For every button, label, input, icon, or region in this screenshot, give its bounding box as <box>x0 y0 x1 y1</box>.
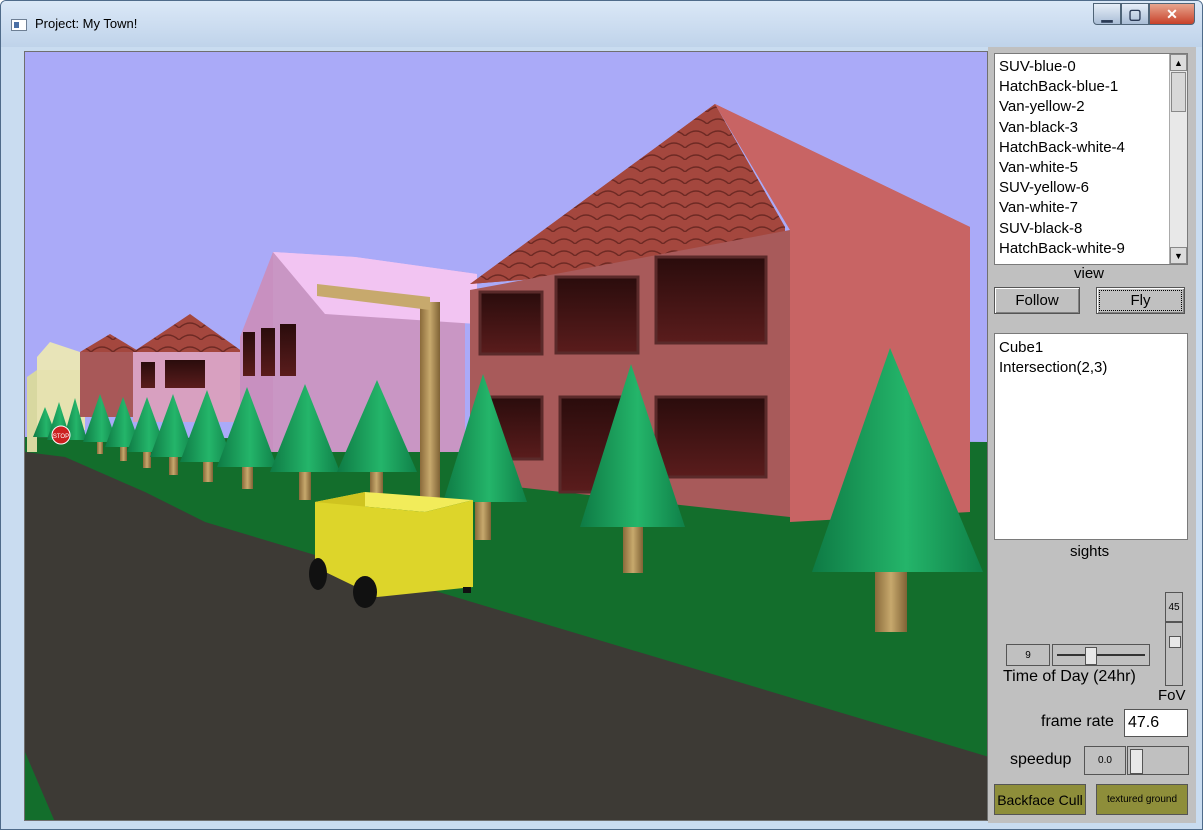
town-scene: STOP <box>25 52 987 820</box>
lamp-post <box>420 302 440 502</box>
app-window-icon <box>11 19 27 31</box>
sights-label: sights <box>1070 543 1110 560</box>
control-panel: SUV-blue-0 HatchBack-blue-1 Van-yellow-2… <box>988 47 1196 823</box>
follow-button[interactable]: Follow <box>994 287 1080 314</box>
vehicle-item[interactable]: HatchBack-white-9 <box>999 239 1125 259</box>
sight-item[interactable]: Intersection(2,3) <box>999 358 1107 378</box>
speedup-slider[interactable] <box>1127 746 1189 775</box>
time-slider[interactable] <box>1052 644 1150 666</box>
app-window: Project: My Town! ▁ ▢ ✕ STOP SUV-blue-0 … <box>0 0 1203 830</box>
vehicle-item[interactable]: Van-black-3 <box>999 118 1125 138</box>
scroll-up-icon[interactable]: ▲ <box>1170 54 1187 71</box>
fov-label: FoV <box>1158 687 1186 704</box>
speedup-label: speedup <box>1010 751 1072 768</box>
textured-ground-button[interactable]: textured ground <box>1096 784 1188 815</box>
scroll-thumb[interactable] <box>1171 72 1186 112</box>
vehicle-item[interactable]: Van-white-5 <box>999 158 1125 178</box>
speedup-value: 0.0 <box>1084 746 1126 775</box>
sight-item[interactable]: Cube1 <box>999 338 1107 358</box>
vehicle-item[interactable]: SUV-blue-0 <box>999 57 1125 77</box>
view-label: view <box>1074 265 1105 282</box>
vehicle-item[interactable]: Van-white-7 <box>999 198 1125 218</box>
frame-rate-value: 47.6 <box>1124 709 1188 737</box>
fov-value: 45 <box>1165 592 1183 622</box>
window-title: Project: My Town! <box>35 16 138 31</box>
frame-rate-label: frame rate <box>1041 713 1114 730</box>
vehicle-item[interactable]: SUV-yellow-6 <box>999 178 1125 198</box>
scroll-down-icon[interactable]: ▼ <box>1170 247 1187 264</box>
stop-sign-text: STOP <box>53 434 69 440</box>
time-of-day-label: Time of Day (24hr) <box>1003 668 1136 685</box>
maximize-button[interactable]: ▢ <box>1121 3 1149 25</box>
fov-slider[interactable] <box>1165 622 1183 686</box>
title-bar[interactable]: Project: My Town! ▁ ▢ ✕ <box>1 1 1202 47</box>
stop-sign: STOP <box>51 425 71 445</box>
vehicle-item[interactable]: SUV-black-8 <box>999 219 1125 239</box>
sights-list[interactable]: Cube1 Intersection(2,3) <box>994 333 1188 540</box>
vehicle-item[interactable]: Van-yellow-2 <box>999 97 1125 117</box>
fly-button[interactable]: Fly <box>1096 287 1185 314</box>
minimize-button[interactable]: ▁ <box>1093 3 1121 25</box>
vehicle-list-scrollbar[interactable]: ▲ ▼ <box>1169 54 1187 264</box>
time-value: 9 <box>1006 644 1050 666</box>
vehicle-item[interactable]: HatchBack-blue-1 <box>999 77 1125 97</box>
vehicle-list[interactable]: SUV-blue-0 HatchBack-blue-1 Van-yellow-2… <box>994 53 1188 265</box>
close-button[interactable]: ✕ <box>1149 3 1195 25</box>
3d-scene-viewport[interactable]: STOP <box>24 51 988 821</box>
backface-cull-button[interactable]: Backface Cull <box>994 784 1086 815</box>
vehicle-item[interactable]: HatchBack-white-4 <box>999 138 1125 158</box>
